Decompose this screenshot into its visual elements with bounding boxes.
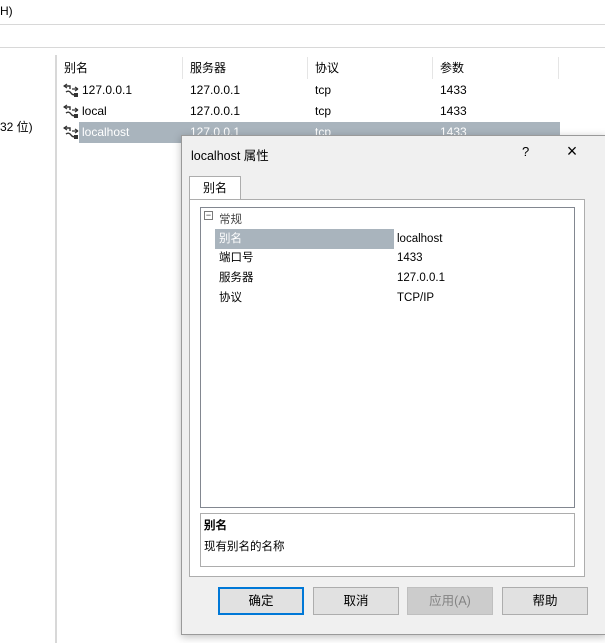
column-header-params[interactable]: 参数 xyxy=(433,57,559,79)
dialog-title: localhost 属性 xyxy=(191,149,269,163)
cell-params: 1433 xyxy=(440,83,467,97)
help-button[interactable]: 帮助 xyxy=(502,587,588,615)
cell-server: 127.0.0.1 xyxy=(190,104,241,118)
property-row[interactable]: 别名 localhost xyxy=(215,229,573,249)
ok-button[interactable]: 确定 xyxy=(218,587,304,615)
property-name: 端口号 xyxy=(219,252,254,264)
collapse-icon[interactable]: − xyxy=(204,211,213,220)
column-header-protocol[interactable]: 协议 xyxy=(308,57,433,79)
description-text: 现有别名的名称 xyxy=(204,541,285,553)
property-name: 别名 xyxy=(219,233,242,245)
column-header-alias[interactable]: 别名 xyxy=(57,57,183,79)
property-value[interactable]: localhost xyxy=(397,229,442,249)
apply-button[interactable]: 应用(A) xyxy=(407,587,493,615)
property-value[interactable]: TCP/IP xyxy=(397,288,434,308)
property-row[interactable]: 协议 TCP/IP xyxy=(215,288,573,308)
category-general: 常规 xyxy=(219,214,242,226)
network-alias-icon xyxy=(63,125,79,139)
cell-protocol: tcp xyxy=(315,104,332,118)
property-name: 协议 xyxy=(219,292,242,304)
tree-node-32bit-fragment[interactable]: 32 位) xyxy=(0,118,33,135)
tree-pane xyxy=(0,55,53,643)
property-name: 服务器 xyxy=(219,272,254,284)
cell-server: 127.0.0.1 xyxy=(190,83,241,97)
list-row[interactable]: 127.0.0.1 127.0.0.1 tcp 1433 xyxy=(57,80,560,101)
list-header: 别名 服务器 协议 参数 xyxy=(57,57,605,79)
cell-protocol: tcp xyxy=(315,83,332,97)
property-row[interactable]: 端口号 1433 xyxy=(215,248,573,268)
property-value[interactable]: 1433 xyxy=(397,248,423,268)
cell-alias: local xyxy=(82,104,107,118)
menu-bar xyxy=(0,0,605,25)
description-title: 别名 xyxy=(204,520,227,532)
help-icon[interactable]: ? xyxy=(522,144,529,159)
list-row[interactable]: local 127.0.0.1 tcp 1433 xyxy=(57,101,560,122)
tab-alias[interactable]: 别名 xyxy=(189,176,241,200)
property-value[interactable]: 127.0.0.1 xyxy=(397,268,445,288)
network-alias-icon xyxy=(63,83,79,97)
cell-alias: localhost xyxy=(82,125,130,139)
column-header-server[interactable]: 服务器 xyxy=(183,57,308,79)
cell-alias: 127.0.0.1 xyxy=(82,83,133,97)
close-icon[interactable]: × xyxy=(562,140,582,162)
property-row[interactable]: 服务器 127.0.0.1 xyxy=(215,268,573,288)
network-alias-icon xyxy=(63,104,79,118)
cell-params: 1433 xyxy=(440,104,467,118)
menu-item-help-fragment[interactable]: H) xyxy=(0,4,13,18)
cancel-button[interactable]: 取消 xyxy=(313,587,399,615)
toolbar xyxy=(0,25,605,48)
